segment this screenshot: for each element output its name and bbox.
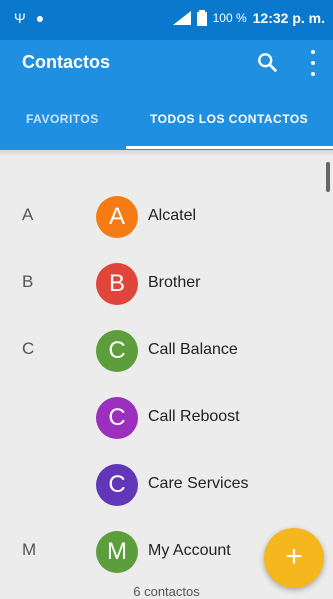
contact-name: Care Services — [148, 475, 249, 492]
contact-name: My Account — [148, 542, 231, 559]
clock: 12:32 p. m. — [252, 10, 325, 26]
list-item[interactable]: A A Alcatel — [0, 185, 333, 245]
page-title: Contactos — [22, 52, 111, 72]
battery-icon — [196, 10, 207, 26]
add-contact-button[interactable]: + — [264, 528, 324, 588]
contact-name: Call Balance — [148, 341, 238, 358]
signal-icon — [172, 11, 191, 25]
avatar: B — [96, 263, 138, 305]
section-letter: C — [22, 339, 35, 358]
tab-indicator — [126, 146, 333, 149]
tab-shadow — [0, 150, 333, 156]
usb-icon: Ψ — [14, 10, 26, 26]
tab-favoritos[interactable]: FAVORITOS — [26, 112, 99, 126]
list-item[interactable]: C C Call Balance — [0, 319, 333, 379]
more-options-icon[interactable] — [309, 50, 317, 76]
avatar: A — [96, 196, 138, 238]
contact-name: Alcatel — [148, 207, 197, 224]
contact-name: Call Reboost — [148, 408, 240, 425]
section-letter: B — [22, 272, 34, 291]
avatar: C — [96, 397, 138, 439]
tab-bar: FAVORITOS TODOS LOS CONTACTOS — [0, 88, 333, 150]
status-bar: Ψ ● 100 % 12:32 p. m. — [0, 0, 333, 40]
android-icon: ● — [35, 10, 45, 26]
section-letter: A — [22, 205, 34, 224]
battery-percent: 100 % — [212, 11, 247, 25]
avatar: C — [96, 464, 138, 506]
status-left-icons: Ψ ● — [14, 10, 44, 26]
tab-todos-los-contactos[interactable]: TODOS LOS CONTACTOS — [150, 112, 308, 126]
scrollbar[interactable] — [326, 162, 330, 192]
contact-name: Brother — [148, 274, 201, 291]
search-icon[interactable] — [257, 52, 279, 74]
list-item[interactable]: C Call Reboost — [0, 386, 333, 446]
plus-icon: + — [285, 540, 303, 573]
section-letter: M — [22, 540, 37, 559]
avatar: M — [96, 531, 138, 573]
list-item[interactable]: B B Brother — [0, 252, 333, 312]
list-item[interactable]: C Care Services — [0, 453, 333, 513]
avatar: C — [96, 330, 138, 372]
app-bar: Contactos — [0, 40, 333, 88]
status-right-icons: 100 % 12:32 p. m. — [172, 10, 325, 26]
